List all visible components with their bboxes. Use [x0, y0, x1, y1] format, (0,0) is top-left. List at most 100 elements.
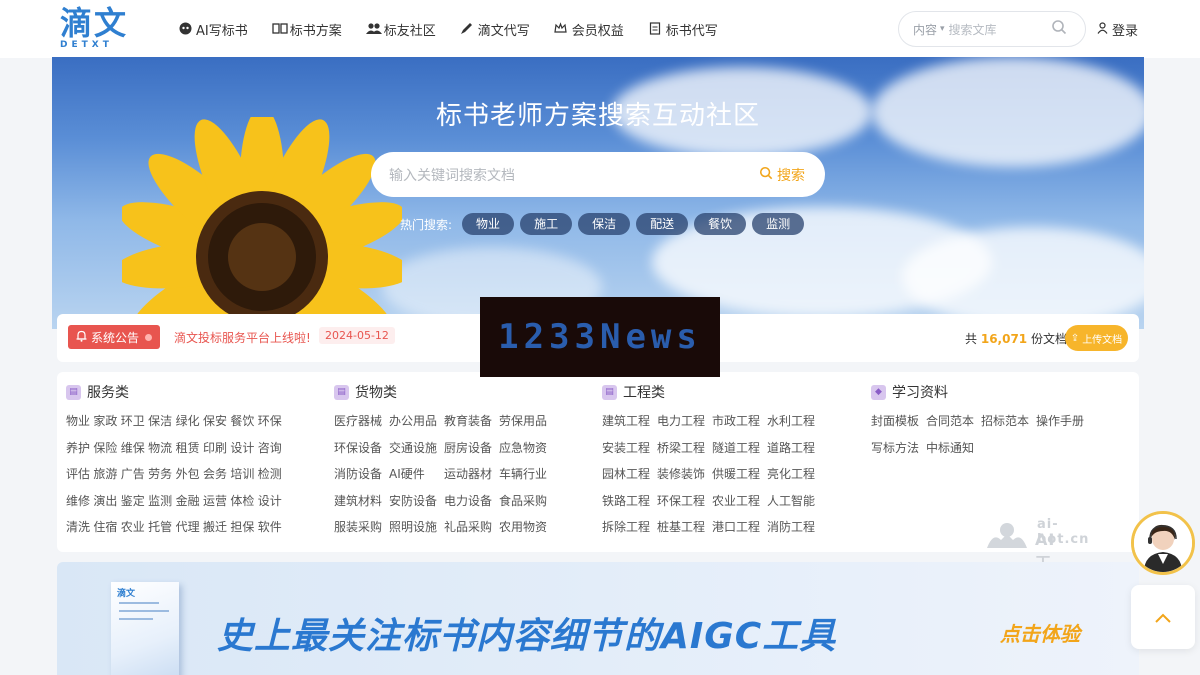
- category-link[interactable]: 广告: [121, 461, 148, 488]
- category-title[interactable]: ◆ 学习资料: [871, 382, 1131, 402]
- category-link[interactable]: 会务: [203, 461, 230, 488]
- category-link[interactable]: 安装工程: [602, 435, 657, 462]
- category-link[interactable]: 农业工程: [712, 488, 767, 515]
- nav-item-bid-writing[interactable]: 标书代写: [648, 20, 718, 39]
- category-link[interactable]: 消防工程: [767, 514, 822, 541]
- category-link[interactable]: 外包: [176, 461, 203, 488]
- category-link[interactable]: 运动器材: [444, 461, 499, 488]
- category-link[interactable]: AI硬件: [389, 461, 444, 488]
- category-link[interactable]: 礼品采购: [444, 514, 499, 541]
- category-link[interactable]: 印刷: [203, 435, 230, 462]
- category-link[interactable]: 保安: [203, 408, 230, 435]
- search-icon[interactable]: [1051, 19, 1071, 39]
- category-link[interactable]: 搬迁: [203, 514, 230, 541]
- category-link[interactable]: 食品采购: [499, 488, 554, 515]
- main-search-input[interactable]: 输入关键词搜索文档: [389, 165, 759, 185]
- category-link[interactable]: 培训: [230, 461, 257, 488]
- category-link[interactable]: 亮化工程: [767, 461, 822, 488]
- category-link[interactable]: 铁路工程: [602, 488, 657, 515]
- category-link[interactable]: 维保: [121, 435, 148, 462]
- category-title[interactable]: ▤ 工程类: [602, 382, 862, 402]
- category-link[interactable]: 劳保用品: [499, 408, 554, 435]
- header-search-input[interactable]: 搜索文库: [949, 21, 1051, 38]
- category-link[interactable]: 交通设施: [389, 435, 444, 462]
- site-logo[interactable]: 滴文 DETXT: [60, 6, 132, 54]
- category-link[interactable]: 医疗器械: [334, 408, 389, 435]
- category-link[interactable]: 农用物资: [499, 514, 554, 541]
- promo-cta[interactable]: 点击体验: [1000, 618, 1080, 647]
- category-link[interactable]: 金融: [176, 488, 203, 515]
- category-link[interactable]: 养护: [66, 435, 93, 462]
- category-link[interactable]: 拆除工程: [602, 514, 657, 541]
- category-link[interactable]: 封面模板: [871, 408, 926, 435]
- category-link[interactable]: 鉴定: [121, 488, 148, 515]
- category-link[interactable]: 保洁: [148, 408, 175, 435]
- category-link[interactable]: 演出: [93, 488, 120, 515]
- category-link[interactable]: 园林工程: [602, 461, 657, 488]
- category-link[interactable]: 环保: [258, 408, 285, 435]
- category-link[interactable]: 咨询: [258, 435, 285, 462]
- category-link[interactable]: 招标范本: [981, 408, 1036, 435]
- category-link[interactable]: 设计: [258, 488, 285, 515]
- category-link[interactable]: 保险: [93, 435, 120, 462]
- category-link[interactable]: 电力工程: [657, 408, 712, 435]
- category-link[interactable]: 环卫: [121, 408, 148, 435]
- customer-service-avatar[interactable]: [1131, 511, 1195, 575]
- category-link[interactable]: 水利工程: [767, 408, 822, 435]
- hot-tag[interactable]: 配送: [636, 213, 689, 235]
- category-link[interactable]: 物业: [66, 408, 93, 435]
- category-link[interactable]: 检测: [258, 461, 285, 488]
- category-link[interactable]: 监测: [148, 488, 175, 515]
- category-title[interactable]: ▤ 服务类: [66, 382, 326, 402]
- hot-tag[interactable]: 餐饮: [694, 213, 747, 235]
- category-link[interactable]: 中标通知: [926, 435, 981, 462]
- hot-tag[interactable]: 监测: [752, 213, 805, 235]
- category-link[interactable]: 农业: [121, 514, 148, 541]
- category-link[interactable]: 安防设备: [389, 488, 444, 515]
- hot-tag[interactable]: 保洁: [578, 213, 631, 235]
- upload-document-button[interactable]: ⇪ 上传文档: [1065, 325, 1128, 351]
- category-link[interactable]: 操作手册: [1036, 408, 1091, 435]
- category-link[interactable]: 担保: [230, 514, 257, 541]
- category-link[interactable]: 建筑工程: [602, 408, 657, 435]
- category-title[interactable]: ▤ 货物类: [334, 382, 594, 402]
- category-link[interactable]: 隧道工程: [712, 435, 767, 462]
- category-link[interactable]: 桥梁工程: [657, 435, 712, 462]
- category-link[interactable]: 评估: [66, 461, 93, 488]
- category-link[interactable]: 托管: [148, 514, 175, 541]
- category-link[interactable]: 电力设备: [444, 488, 499, 515]
- category-link[interactable]: 建筑材料: [334, 488, 389, 515]
- category-link[interactable]: 软件: [258, 514, 285, 541]
- category-link[interactable]: 代理: [176, 514, 203, 541]
- nav-item-ai-write[interactable]: AI写标书: [178, 20, 248, 39]
- category-link[interactable]: 住宿: [93, 514, 120, 541]
- category-link[interactable]: 教育装备: [444, 408, 499, 435]
- nav-item-membership[interactable]: 会员权益: [554, 20, 624, 39]
- hot-tag[interactable]: 施工: [520, 213, 573, 235]
- category-link[interactable]: 物流: [148, 435, 175, 462]
- category-link[interactable]: 环保设备: [334, 435, 389, 462]
- category-link[interactable]: 厨房设备: [444, 435, 499, 462]
- category-link[interactable]: 劳务: [148, 461, 175, 488]
- category-link[interactable]: 维修: [66, 488, 93, 515]
- promo-banner[interactable]: 滴文 史上最关注标书内容细节的AIGC工具 点击体验: [57, 562, 1139, 675]
- category-link[interactable]: 装修装饰: [657, 461, 712, 488]
- category-link[interactable]: 应急物资: [499, 435, 554, 462]
- category-link[interactable]: 照明设施: [389, 514, 444, 541]
- system-notice-badge[interactable]: 系统公告: [68, 325, 160, 349]
- nav-item-plans[interactable]: 标书方案: [272, 20, 342, 39]
- category-link[interactable]: 合同范本: [926, 408, 981, 435]
- category-link[interactable]: 人工智能: [767, 488, 822, 515]
- back-to-top-button[interactable]: [1131, 585, 1195, 649]
- category-link[interactable]: 服装采购: [334, 514, 389, 541]
- category-link[interactable]: 运营: [203, 488, 230, 515]
- category-link[interactable]: 环保工程: [657, 488, 712, 515]
- category-link[interactable]: 办公用品: [389, 408, 444, 435]
- category-link[interactable]: 家政: [93, 408, 120, 435]
- category-link[interactable]: 港口工程: [712, 514, 767, 541]
- category-link[interactable]: 消防设备: [334, 461, 389, 488]
- category-link[interactable]: 旅游: [93, 461, 120, 488]
- category-link[interactable]: 餐饮: [230, 408, 257, 435]
- main-search-button[interactable]: 搜索: [759, 165, 805, 185]
- notice-text[interactable]: 滴文投标服务平台上线啦!: [174, 329, 311, 346]
